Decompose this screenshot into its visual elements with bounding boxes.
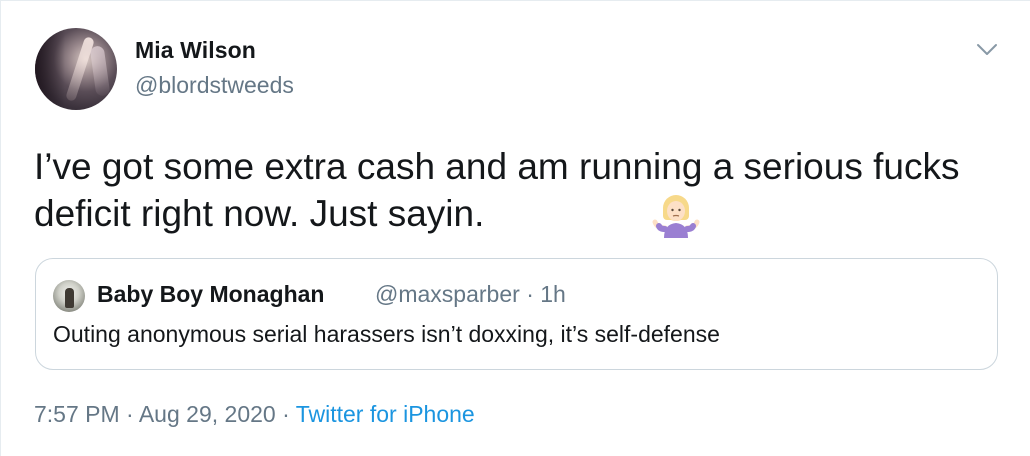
tweet-card: Mia Wilson @blordstweeds I’ve got some e… bbox=[0, 0, 1030, 456]
author-handle[interactable]: @blordstweeds bbox=[135, 72, 294, 99]
avatar-shade bbox=[35, 28, 65, 110]
meta-separator: · bbox=[526, 281, 534, 307]
footer-separator: · bbox=[126, 401, 134, 427]
avatar-figure bbox=[65, 288, 74, 308]
person-shrugging-emoji bbox=[652, 195, 700, 238]
quoted-tweet[interactable]: Baby Boy Monaghan @maxsparber · 1h Outin… bbox=[35, 258, 998, 370]
tweet-footer: 7:57 PM · Aug 29, 2020 · Twitter for iPh… bbox=[34, 401, 475, 428]
quoted-author-name: Baby Boy Monaghan bbox=[97, 281, 325, 307]
quoted-author-handle: @maxsparber bbox=[375, 281, 520, 307]
tweet-text: I’ve got some extra cash and am running … bbox=[34, 146, 960, 234]
quoted-meta: @maxsparber · 1h bbox=[375, 281, 566, 308]
author-avatar[interactable] bbox=[35, 28, 117, 110]
tweet-source-link[interactable]: Twitter for iPhone bbox=[296, 401, 475, 427]
avatar-highlight bbox=[65, 36, 95, 102]
quoted-author-avatar bbox=[53, 280, 85, 312]
quoted-age: 1h bbox=[540, 281, 566, 307]
tweet-date[interactable]: Aug 29, 2020 bbox=[139, 401, 276, 427]
author-name[interactable]: Mia Wilson bbox=[135, 37, 256, 64]
footer-separator-2: · bbox=[282, 401, 290, 427]
avatar-highlight-2 bbox=[89, 45, 111, 97]
quoted-text: Outing anonymous serial harassers isn’t … bbox=[53, 321, 720, 347]
chevron-down-icon[interactable] bbox=[975, 37, 999, 61]
tweet-time[interactable]: 7:57 PM bbox=[34, 401, 120, 427]
